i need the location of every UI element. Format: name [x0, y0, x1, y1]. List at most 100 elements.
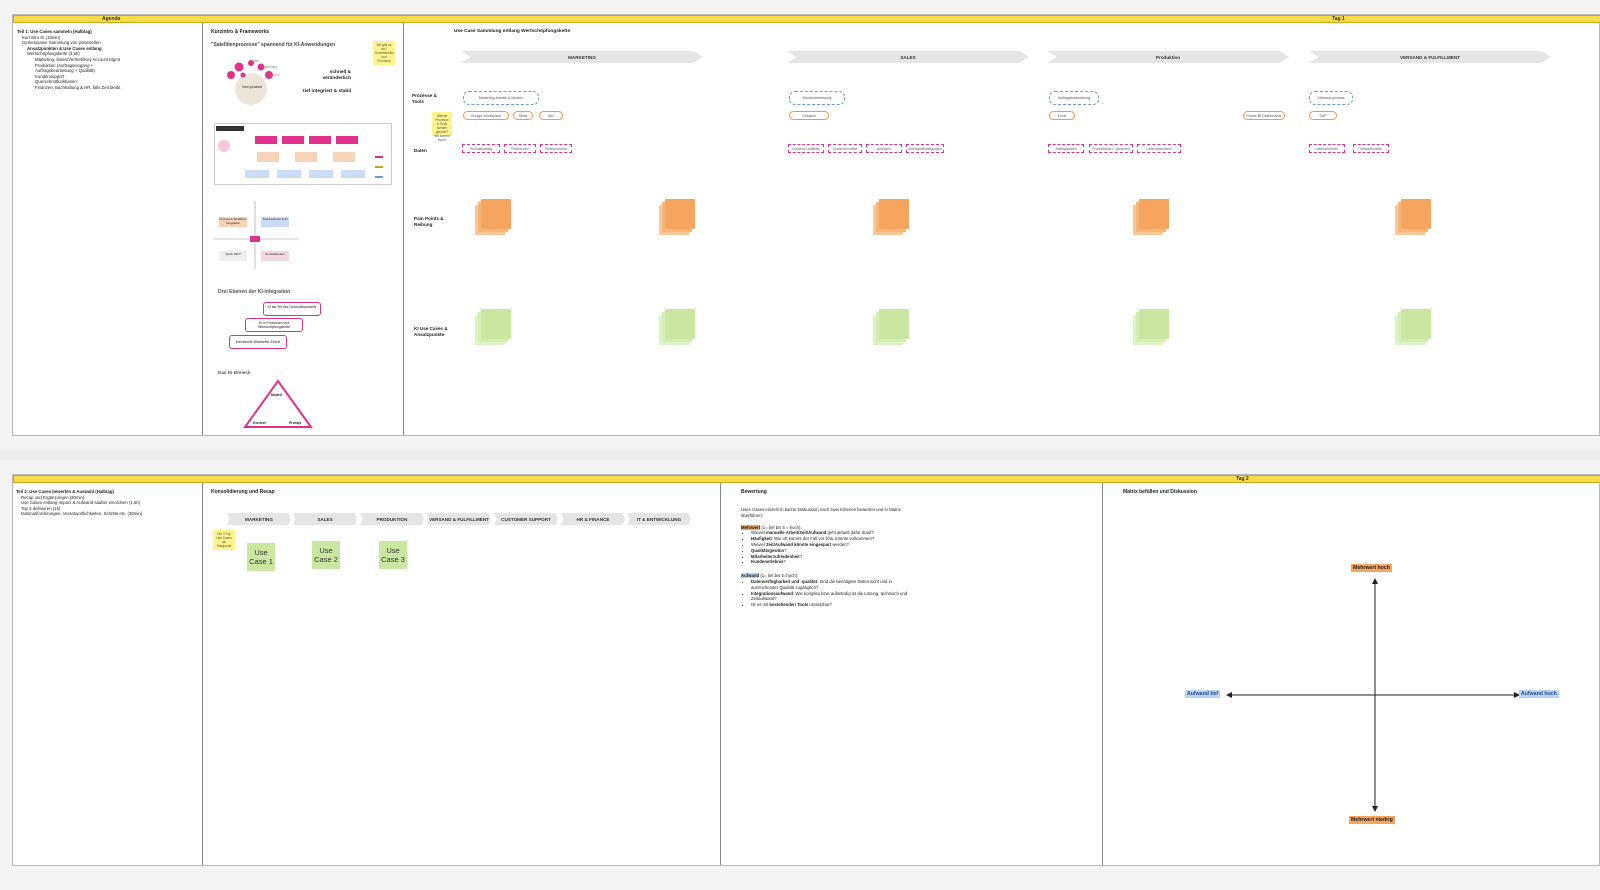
sticky-stack-painpoint[interactable] [879, 199, 909, 229]
sticky-stack-painpoint[interactable] [481, 199, 511, 229]
data-item[interactable]: Lieferantendaten [1137, 144, 1181, 153]
sticky-stack-painpoint[interactable] [665, 199, 695, 229]
tool-pill[interactable]: Hubspot [789, 111, 829, 120]
evaluation-text: Uses Cases einzeln in kurzer Diskussion … [741, 507, 916, 608]
sticky-stack-usecase[interactable] [1401, 309, 1431, 339]
chevron[interactable]: IT & ENTWICKLUNG [627, 513, 691, 525]
satellite-dot [240, 72, 246, 78]
chevron[interactable]: HR & FINANCE [561, 513, 625, 525]
matrix-label-bottom: Mehrwert niedrig [1349, 816, 1395, 824]
image-box [309, 136, 331, 144]
frame-tag1[interactable]: Agenda Tag 1 Teil 1: Use Cases sammeln (… [12, 14, 1600, 436]
chevron-produktion[interactable]: Produktion [1047, 51, 1289, 63]
data-item[interactable]: Vertriebs-Leitfäden [788, 144, 824, 153]
embedded-framework-image[interactable] [214, 123, 392, 185]
use-case-3[interactable]: Use Case 3 [379, 541, 407, 569]
whiteboard-canvas[interactable]: Agenda Tag 1 Teil 1: Use Cases sammeln (… [0, 0, 1600, 890]
sticky-stack-painpoint[interactable] [1139, 199, 1169, 229]
sticky-stack-usecase[interactable] [481, 309, 511, 339]
data-item[interactable]: Produktkatalog [462, 144, 500, 153]
level-box: KI in Prozessen und Wertschöpfungskette [245, 318, 303, 332]
section-three-levels: Drei Ebenen der KI-Integration [218, 289, 291, 295]
chevron-marketing[interactable]: MARKETING [461, 51, 703, 63]
bar-label-tag1: Tag 1 [1332, 16, 1345, 22]
sticky-stack-usecase[interactable] [665, 309, 695, 339]
tool-pill[interactable]: SAP [1309, 111, 1337, 120]
sticky-stack-painpoint[interactable] [1401, 199, 1431, 229]
chevron[interactable]: VERSAND & FULFILLMENT [427, 513, 491, 525]
data-item[interactable]: Produktdaten / Varianten [1089, 144, 1133, 153]
sticky-stack-usecase[interactable] [879, 309, 909, 339]
agenda2-item: Datenanforderungen, Verantwortlichkeiten… [21, 511, 143, 517]
agenda-text: Teil 1: Use Cases sammeln (Halbtag) Kurz… [17, 29, 197, 91]
image-box [333, 152, 355, 162]
image-legend [375, 156, 383, 158]
core-product-circle [235, 73, 267, 105]
tool-pill[interactable]: Meta [513, 111, 533, 120]
row-label-daten: Daten [414, 148, 427, 153]
triangle-label: Modell [271, 393, 282, 397]
image-box [282, 136, 304, 144]
chevron[interactable]: MARKETING [227, 513, 291, 525]
mehrwert-scale: (1= tief bis 5 = hoch): [761, 524, 802, 530]
tool-pill[interactable]: Google Workspace [463, 111, 509, 120]
use-case-1[interactable]: Use Case 1 [247, 543, 275, 571]
intro-quote: "Satellitenprozesse" spannend für KI-Anw… [211, 42, 336, 48]
satellite-dot [227, 71, 235, 79]
bar-label-tag2: Tag 2 [1236, 476, 1249, 482]
data-item[interactable]: Auftragsbestätigungen [906, 144, 944, 153]
satellite-diagram [227, 60, 273, 105]
process-group[interactable]: Marketing-Kanäle & Medien [463, 91, 539, 105]
image-title-bar [216, 126, 244, 131]
chevron-sales[interactable]: SALES [787, 51, 1029, 63]
sticky-stack-usecase[interactable] [1139, 309, 1169, 339]
aufwand-label: Aufwand [741, 573, 760, 579]
mehrwert-list: Wieviel manuelle Arbeit/Zeit/Aufwand geh… [741, 530, 916, 565]
agenda-item: Finanzen, Buchhaltung & HR, falls Zeit b… [35, 84, 121, 90]
row-label-ki-usecases: KI Use Cases & Ansatzpunkte [414, 326, 448, 337]
chevron[interactable]: PRODUKTION [360, 513, 424, 525]
tool-pill[interactable]: Power BI Dashboards [1243, 111, 1285, 120]
data-item[interactable]: Auftragsdaten [1048, 144, 1084, 153]
board-sticky-note[interactable]: Welche Prozesse & Tools werden genutzt? … [432, 112, 452, 142]
data-item[interactable]: Anfragen [866, 144, 902, 153]
fast-label: schnell & veränderlich [322, 70, 351, 81]
image-box [295, 152, 317, 162]
frame-tag2[interactable]: Tag 2 Teil 2: Use Cases bewerten & Auswa… [12, 474, 1600, 866]
process-group[interactable]: Auftragsbearbeitung [1049, 91, 1099, 105]
aufwand-list: Datenverfügbarkeit und -qualität: Sind d… [741, 579, 916, 608]
image-box [336, 136, 358, 144]
image-circle [218, 140, 230, 152]
frame-separator [0, 450, 1600, 460]
image-box [257, 152, 279, 162]
data-item[interactable]: Lieferadressen [1309, 144, 1345, 153]
triangle-label: Prompt [289, 421, 301, 425]
data-item[interactable]: Referenzen [504, 144, 536, 153]
matrix-label-left: Aufwand tief [1185, 690, 1221, 698]
quadrant-box: Tool-Features & KI [261, 217, 289, 227]
header-bar-tag1: Agenda Tag 1 [13, 15, 1600, 23]
chevron[interactable]: SALES [293, 513, 357, 525]
tool-pill[interactable]: Wix [539, 111, 563, 120]
triangle-label: Kontext [253, 421, 266, 425]
row-label-prozesse: Prozesse & Tools [412, 93, 437, 104]
quadrant-box: Ki-Assistenten [261, 251, 289, 261]
data-item[interactable]: Preisstrukturen [540, 144, 572, 153]
satellite-label: Sales [251, 59, 259, 63]
intro-sticky-note[interactable]: Wo gibt es wo? Schnittstellen und Prozes… [373, 41, 395, 65]
process-group[interactable]: Kundenbetreuung [789, 91, 845, 105]
image-box [277, 170, 301, 178]
process-group[interactable]: Versand-prozess [1309, 91, 1353, 105]
core-product-label: Kern-produkt [242, 85, 262, 89]
data-item[interactable]: Versandkosten [1353, 144, 1389, 153]
image-box [255, 136, 277, 144]
consolidation-sticky-note[interactable]: Die 3 Top Use Cases als Startpunkt [213, 530, 235, 550]
board-title: Use Case Sammlung entlang Wertschöpfungs… [454, 29, 571, 34]
tool-pill[interactable]: Excel [1049, 111, 1075, 120]
chevron[interactable]: CUSTOMER SUPPORT [494, 513, 558, 525]
column-agenda2 [13, 483, 203, 865]
chevron-versand[interactable]: VERSAND & FULFILLMENT [1309, 51, 1551, 63]
quadrant-box: Prozess & Workflow-Integration [219, 217, 247, 227]
use-case-2[interactable]: Use Case 2 [312, 541, 340, 569]
data-item[interactable]: Kundenkontakte [828, 144, 862, 153]
